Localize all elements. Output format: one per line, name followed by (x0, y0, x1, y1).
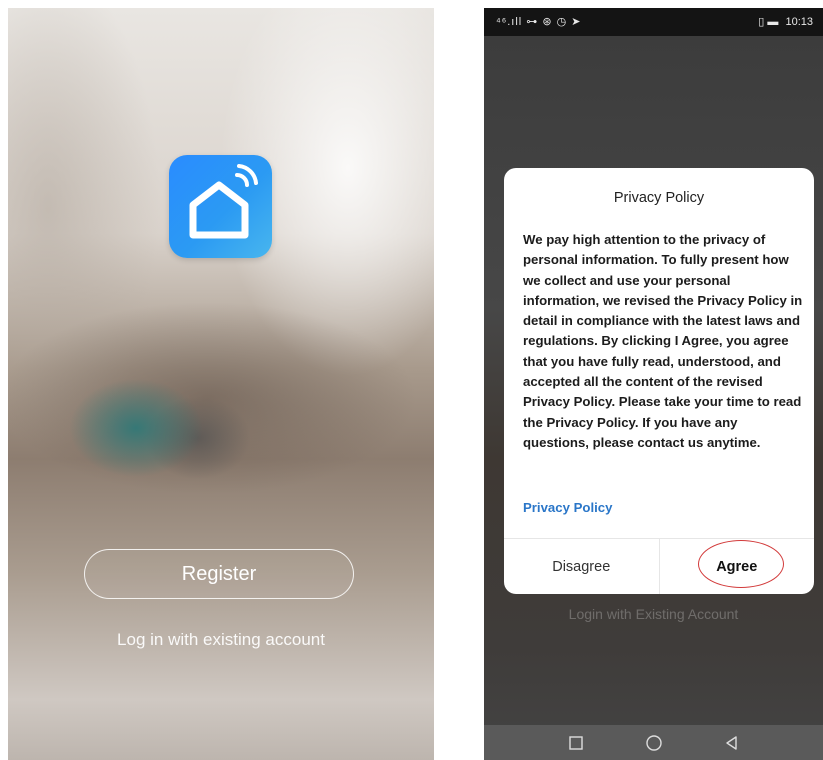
status-right-group: ▯ ▬ 10:13 (758, 15, 813, 28)
back-triangle-icon[interactable] (723, 734, 741, 752)
agree-button[interactable]: Agree (660, 539, 815, 594)
smart-home-app-icon (169, 155, 272, 258)
privacy-policy-dialog: Privacy Policy We pay high attention to … (504, 168, 814, 594)
login-existing-account-link-dimmed: Login with Existing Account (568, 606, 739, 622)
screenshot-canvas: Register Log in with existing account ⁴⁶… (0, 0, 823, 760)
dialog-body-text: We pay high attention to the privacy of … (523, 232, 803, 450)
privacy-policy-link[interactable]: Privacy Policy (523, 500, 612, 515)
android-nav-bar (484, 725, 823, 760)
status-bar: ⁴⁶.ıll ⊶ ⊛ ◷ ➤ ▯ ▬ 10:13 (484, 8, 823, 36)
battery-icon: ▯ ▬ (758, 16, 779, 28)
status-left-icons: ⁴⁶.ıll ⊶ ⊛ ◷ ➤ (496, 16, 582, 28)
register-button[interactable]: Register (84, 549, 354, 599)
disagree-button[interactable]: Disagree (504, 539, 659, 594)
recents-square-icon[interactable] (567, 734, 585, 752)
dialog-title: Privacy Policy (613, 190, 705, 206)
welcome-screen: Register Log in with existing account (8, 8, 434, 760)
house-wifi-icon (189, 164, 258, 239)
login-existing-account-link[interactable]: Log in with existing account (8, 630, 434, 650)
status-time: 10:13 (785, 16, 813, 28)
privacy-dialog-screen: ⁴⁶.ıll ⊶ ⊛ ◷ ➤ ▯ ▬ 10:13 Login with Exis… (484, 8, 823, 760)
dialog-footer: Disagree Agree (504, 538, 814, 594)
home-circle-icon[interactable] (645, 734, 663, 752)
